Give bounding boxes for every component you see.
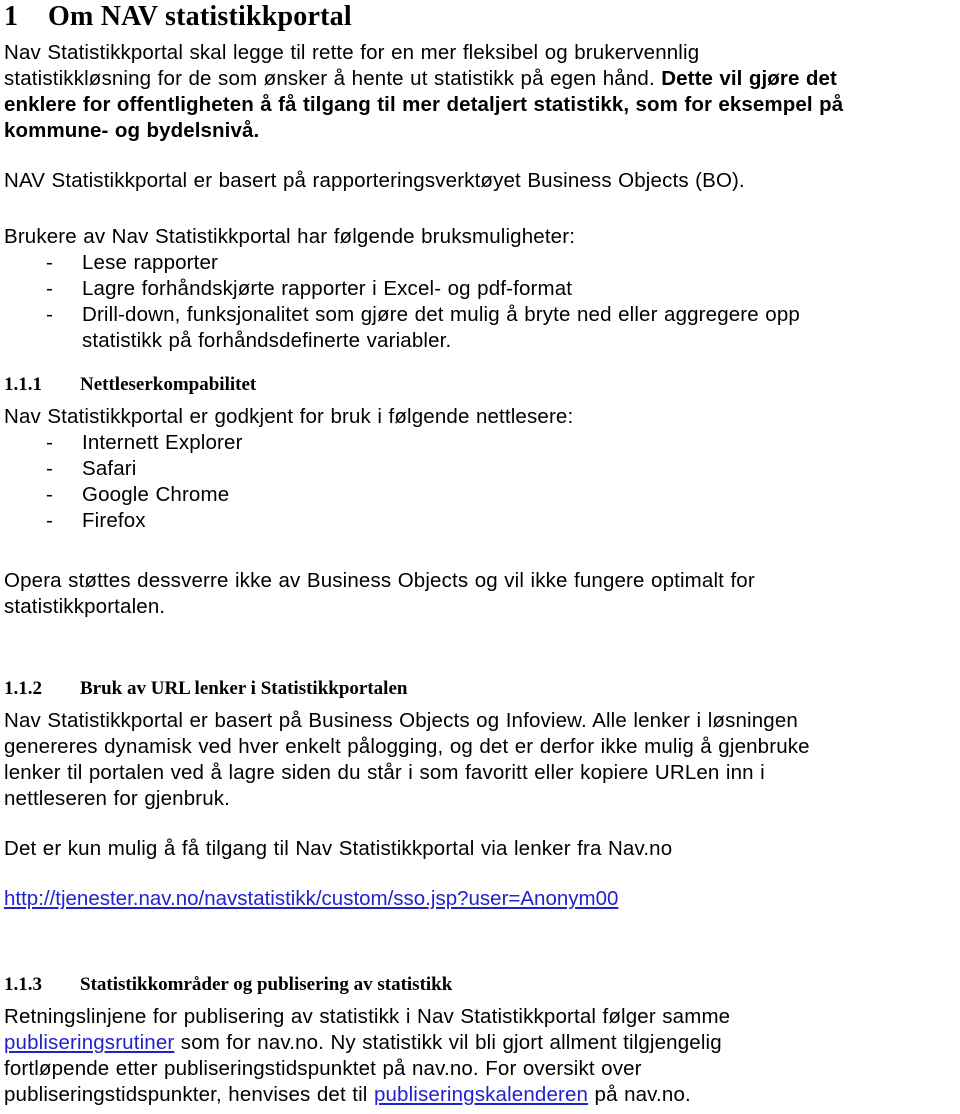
dash-bullet-icon: - xyxy=(46,431,53,454)
heading-1-1-1-number: 1.1.1 xyxy=(4,374,42,395)
browser-intro: Nav Statistikkportal er godkjent for bru… xyxy=(4,405,574,428)
opera-note-line-1: Opera støttes dessverre ikke av Business… xyxy=(4,569,755,592)
url-paragraph-line-3: lenker til portalen ved å lagre siden du… xyxy=(4,761,765,784)
publiseringsrutiner-link[interactable]: publiseringsrutiner xyxy=(4,1031,174,1054)
list-item: - Internett Explorer xyxy=(4,430,956,456)
intro-line-2: statistikkløsning for de som ønsker å he… xyxy=(4,66,956,92)
url-paragraph-line-1: Nav Statistikkportal er basert på Busine… xyxy=(4,709,798,732)
publishing-line-4: publiseringstidspunkter, henvises det ti… xyxy=(4,1082,956,1108)
publiseringskalenderen-link[interactable]: publiseringskalenderen xyxy=(374,1083,588,1106)
heading-1-1-1: 1.1.1 Nettleserkompabilitet xyxy=(4,374,956,396)
document-page: 1 Om NAV statistikkportal Nav Statistikkp… xyxy=(0,0,960,1114)
heading-1-1-2-title: Bruk av URL lenker i Statistikkportalen xyxy=(80,678,408,699)
publishing-line-4-head: publiseringstidspunkter, henvises det ti… xyxy=(4,1083,374,1106)
usage-item-3: Drill-down, funksjonalitet som gjøre det… xyxy=(82,303,800,326)
usage-item-2: Lagre forhåndskjørte rapporter i Excel- … xyxy=(82,277,573,300)
dash-bullet-icon: - xyxy=(46,509,53,532)
dash-bullet-icon: - xyxy=(46,303,53,326)
url-paragraph-line-2: genereres dynamisk ved hver enkelt pålog… xyxy=(4,735,810,758)
heading1-title: Om NAV statistikkportal xyxy=(48,1,352,32)
publishing-line-1: Retningslinjene for publisering av stati… xyxy=(4,1005,731,1028)
heading-1-1-2-number: 1.1.2 xyxy=(4,678,42,699)
usage-item-3-continuation: statistikk på forhåndsdefinerte variable… xyxy=(82,329,452,352)
intro-line-3: enklere for offentligheten å få tilgang … xyxy=(4,93,844,116)
sso-url-link[interactable]: http://tjenester.nav.no/navstatistikk/cu… xyxy=(4,887,618,910)
usage-item-1: Lese rapporter xyxy=(82,251,219,274)
list-item: - Lese rapporter xyxy=(4,250,956,276)
intro-paragraph: Nav Statistikkportal skal legge til rett… xyxy=(4,40,956,144)
browser-item-safari: Safari xyxy=(82,457,137,480)
heading-1-1-3: 1.1.3 Statistikkområder og publisering av… xyxy=(4,974,956,996)
basis-paragraph: NAV Statistikkportal er basert på rappor… xyxy=(4,169,745,192)
heading-1-1-3-title: Statistikkområder og publisering av stat… xyxy=(80,974,453,995)
list-item: - Google Chrome xyxy=(4,482,956,508)
intro-line-4: kommune- og bydelsnivå. xyxy=(4,119,260,142)
usage-intro: Brukere av Nav Statistikkportal har følg… xyxy=(4,225,576,248)
publishing-paragraph: Retningslinjene for publisering av stati… xyxy=(4,1004,956,1108)
url-paragraph-line-4: nettleseren for gjenbruk. xyxy=(4,787,231,810)
opera-note-line-2: statistikkportalen. xyxy=(4,595,166,618)
browser-item-firefox: Firefox xyxy=(82,509,146,532)
heading1-number: 1 xyxy=(4,1,19,32)
publishing-line-2-tail: som for nav.no. Ny statistikk vil bli gj… xyxy=(174,1031,722,1054)
browser-item-internet-explorer: Internett Explorer xyxy=(82,431,243,454)
list-item: - Drill-down, funksjonalitet som gjøre d… xyxy=(4,302,956,354)
usage-list: - Lese rapporter - Lagre forhåndskjørte … xyxy=(4,250,956,354)
heading-1-1-1-title: Nettleserkompabilitet xyxy=(80,374,257,395)
dash-bullet-icon: - xyxy=(46,483,53,506)
list-item: - Lagre forhåndskjørte rapporter i Excel… xyxy=(4,276,956,302)
heading-1-1-3-number: 1.1.3 xyxy=(4,974,42,995)
access-note: Det er kun mulig å få tilgang til Nav St… xyxy=(4,837,673,860)
url-paragraph: Nav Statistikkportal er basert på Busine… xyxy=(4,708,956,812)
heading-1-1-2: 1.1.2 Bruk av URL lenker i Statistikkport… xyxy=(4,678,956,700)
publishing-line-4-tail: på nav.no. xyxy=(588,1083,691,1106)
publishing-line-3: fortløpende etter publiseringstidspunkte… xyxy=(4,1057,642,1080)
page-title: 1 Om NAV statistikkportal xyxy=(4,0,956,32)
publishing-line-2: publiseringsrutiner som for nav.no. Ny s… xyxy=(4,1030,956,1056)
intro-line-1: Nav Statistikkportal skal legge til rett… xyxy=(4,41,700,64)
intro-line2-normal: statistikkløsning for de som ønsker å he… xyxy=(4,67,662,90)
sso-url-container: http://tjenester.nav.no/navstatistikk/cu… xyxy=(4,886,956,912)
list-item: - Safari xyxy=(4,456,956,482)
dash-bullet-icon: - xyxy=(46,277,53,300)
dash-bullet-icon: - xyxy=(46,251,53,274)
dash-bullet-icon: - xyxy=(46,457,53,480)
browser-list: - Internett Explorer - Safari - Google C… xyxy=(4,430,956,534)
intro-line2-bold-tail: Dette vil gjøre det xyxy=(661,67,837,90)
list-item: - Firefox xyxy=(4,508,956,534)
browser-item-google-chrome: Google Chrome xyxy=(82,483,230,506)
